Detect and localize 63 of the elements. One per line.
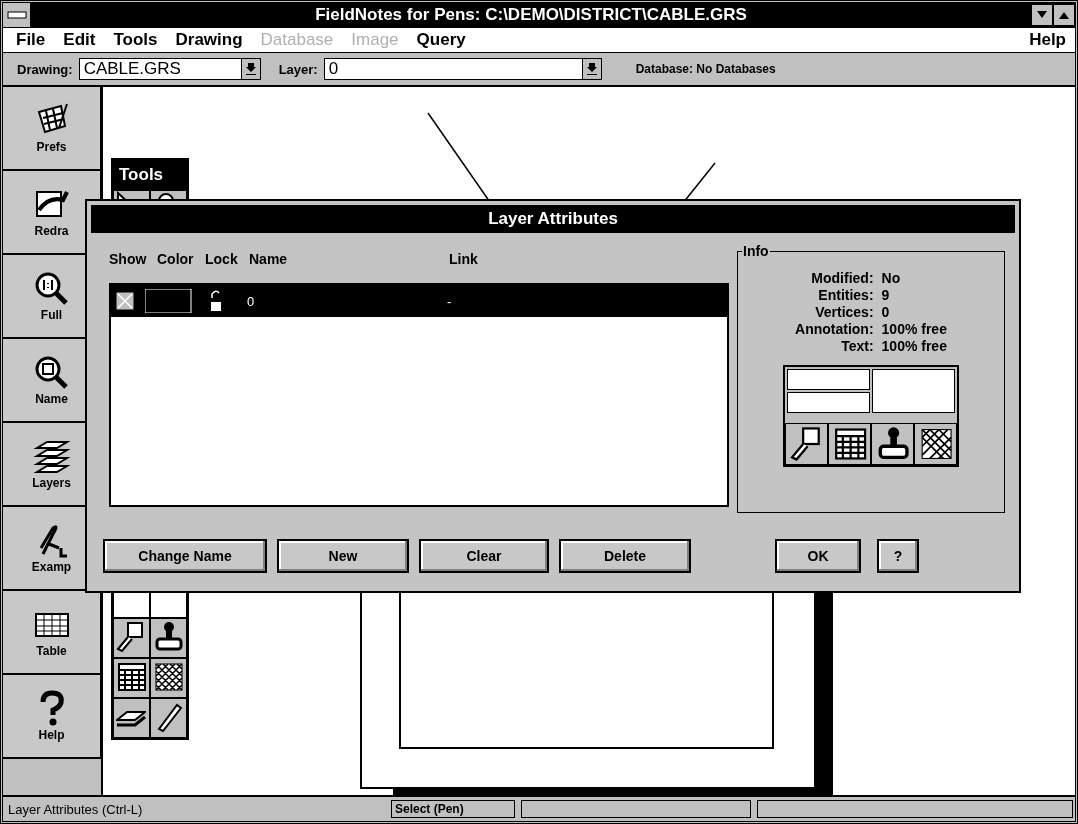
up-arrow-icon xyxy=(1059,11,1069,19)
dropdown-arrow-icon xyxy=(245,63,256,75)
info-value: 0 xyxy=(881,304,891,321)
dialog-button[interactable]: Change Name xyxy=(103,539,267,573)
info-label: Entities: xyxy=(817,287,874,304)
menu-item[interactable]: Drawing xyxy=(166,30,252,50)
info-value: No xyxy=(881,270,902,287)
dialog-button[interactable]: Clear xyxy=(419,539,549,573)
stamp-tool[interactable] xyxy=(150,618,187,658)
menu-item[interactable]: Query xyxy=(407,30,475,50)
dialog-button[interactable]: New xyxy=(277,539,409,573)
palette-title: Tools xyxy=(113,160,187,190)
column-header: Lock xyxy=(205,251,239,267)
sidebar-button[interactable]: Prefs xyxy=(3,87,101,171)
dialog-title: Layer Attributes xyxy=(91,205,1015,233)
layer-label: Layer: xyxy=(278,61,318,77)
drawing-dropdown[interactable]: CABLE.GRS xyxy=(78,58,261,80)
drawing-label: Drawing: xyxy=(17,61,73,77)
sidebar-button[interactable]: Help xyxy=(3,675,101,759)
info-value: 100% free xyxy=(881,338,947,355)
layers-icon xyxy=(32,438,71,474)
ok-button[interactable]: OK xyxy=(775,539,861,573)
info-label: Vertices: xyxy=(814,304,874,321)
minimize-button[interactable] xyxy=(1031,4,1053,26)
open-padlock-icon[interactable] xyxy=(209,290,223,312)
sidebar-button[interactable]: Table xyxy=(3,591,101,675)
system-menu-button[interactable] xyxy=(3,3,31,27)
layer-tool[interactable] xyxy=(113,698,150,738)
layer-list[interactable]: 0 - xyxy=(109,283,729,507)
help-button[interactable]: ? xyxy=(877,539,919,573)
status-mode: Select (Pen) xyxy=(391,800,515,818)
maximize-button[interactable] xyxy=(1053,4,1075,26)
info-label: Text: xyxy=(840,338,874,355)
dropdown-arrow-icon xyxy=(586,63,597,75)
menu-item[interactable]: Help xyxy=(1020,30,1075,50)
column-header: Link xyxy=(448,251,479,267)
info-label: Annotation: xyxy=(795,321,874,338)
menu-item[interactable]: Edit xyxy=(54,30,105,50)
group-title: Info xyxy=(742,243,770,259)
window-title: FieldNotes for Pens: C:\DEMO\DISTRICT\CABLE.GRS xyxy=(314,5,748,25)
info-value: 9 xyxy=(881,287,891,304)
menu-item[interactable]: File xyxy=(7,30,55,50)
down-arrow-icon xyxy=(1037,11,1047,19)
column-header: Show xyxy=(109,251,148,267)
layer-dropdown[interactable]: 0 xyxy=(323,58,602,80)
info-label: Modified: xyxy=(810,270,874,287)
status-message: Layer Attributes (Ctrl-L) xyxy=(7,800,144,818)
pen-tool[interactable] xyxy=(150,698,187,738)
bar-icon xyxy=(6,11,27,19)
layers-icon xyxy=(116,710,146,727)
column-header: Name xyxy=(249,251,289,267)
calculator-tool[interactable] xyxy=(113,658,150,698)
layer-row[interactable]: 0 - xyxy=(111,285,727,317)
database-status: Database: No Databases xyxy=(635,62,776,76)
key-tool[interactable] xyxy=(113,618,150,658)
column-header: Color xyxy=(157,251,195,267)
checked-checkbox[interactable] xyxy=(115,291,135,311)
layer-name: 0 xyxy=(247,293,256,309)
dialog-button[interactable]: Delete xyxy=(559,539,691,573)
menu-item[interactable]: Tools xyxy=(104,30,167,50)
hatch-tool[interactable] xyxy=(150,658,187,698)
layer-link: - xyxy=(446,293,453,309)
info-value: 100% free xyxy=(881,321,947,338)
